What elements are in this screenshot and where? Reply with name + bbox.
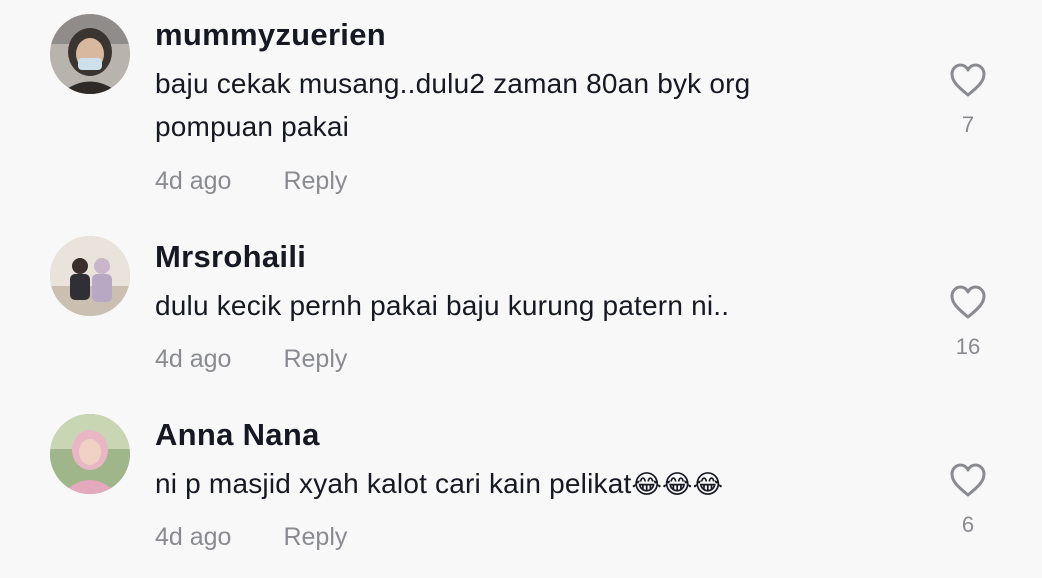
heart-outline-icon — [950, 285, 986, 319]
comment-list: mummyzuerien baju cekak musang..dulu2 za… — [0, 0, 1042, 578]
timestamp: 4d ago — [155, 523, 232, 551]
comment-text: baju cekak musang..dulu2 zaman 80an byk … — [155, 68, 751, 142]
like-count: 16 — [955, 334, 981, 359]
comment-meta: 4d ago Reply — [155, 345, 347, 374]
laughing-emoji: 😂😂😂 — [631, 469, 724, 499]
timestamp: 4d ago — [155, 167, 232, 195]
comment-text-body: ni p masjid xyah kalot cari kain pelikat — [155, 468, 632, 499]
username[interactable]: Mrsrohaili — [155, 239, 306, 275]
username[interactable]: mummyzuerien — [155, 17, 386, 53]
like-button[interactable]: 6 — [944, 462, 992, 538]
comment-text: dulu kecik pernh pakai baju kurung pater… — [155, 290, 730, 321]
comment-text: ni p masjid xyah kalot cari kain pelikat… — [155, 462, 855, 506]
like-count: 7 — [961, 112, 975, 137]
avatar[interactable] — [50, 236, 130, 316]
like-count: 6 — [961, 512, 975, 537]
comment-meta: 4d ago Reply — [155, 167, 347, 196]
reply-button[interactable]: Reply — [283, 167, 347, 195]
username[interactable]: Anna Nana — [155, 417, 320, 453]
heart-outline-icon — [950, 63, 986, 97]
avatar[interactable] — [50, 414, 130, 494]
heart-outline-icon — [950, 463, 986, 497]
like-button[interactable]: 7 — [944, 62, 992, 138]
timestamp: 4d ago — [155, 345, 232, 373]
reply-button[interactable]: Reply — [283, 523, 347, 551]
reply-button[interactable]: Reply — [283, 345, 347, 373]
like-button[interactable]: 16 — [944, 284, 992, 360]
comment-meta: 4d ago Reply — [155, 523, 347, 552]
avatar[interactable] — [50, 14, 130, 94]
